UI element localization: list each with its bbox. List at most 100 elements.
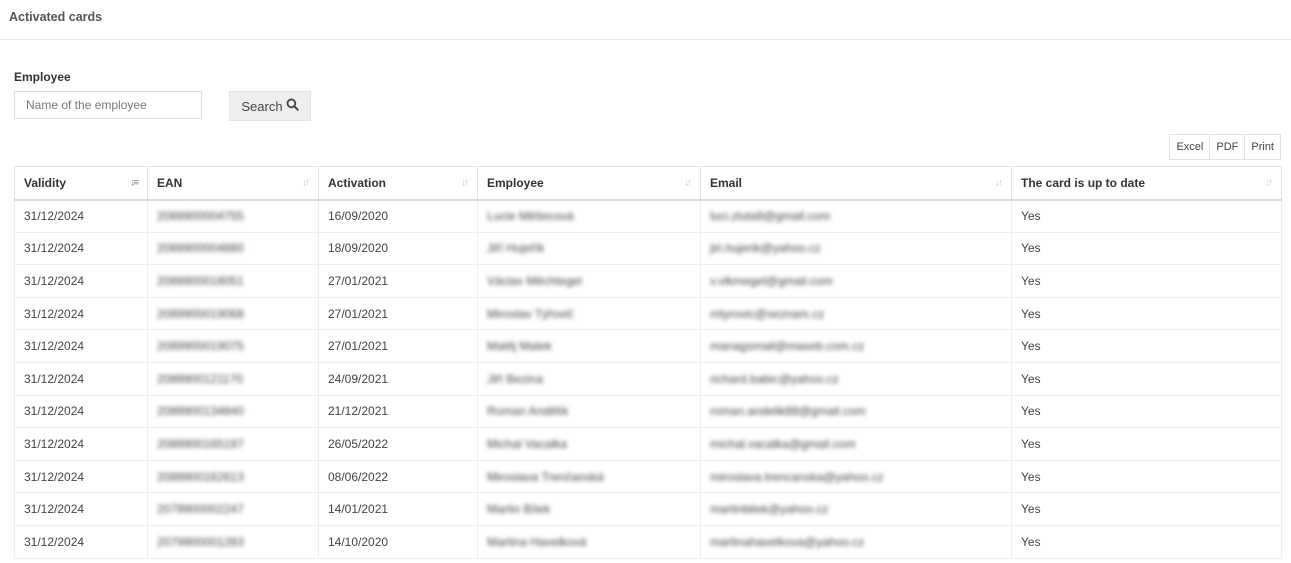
email-cell: managsmail@maxeb.com.cz (700, 329, 1012, 363)
employee-cell: Martin Bílek (477, 492, 701, 526)
ean-cell: 2089900004755 (147, 199, 319, 233)
column-header-label: Employee (487, 175, 544, 190)
employee-cell: Miroslava Trenčanská (477, 459, 701, 494)
column-header-employee[interactable]: Employee ↓↑ (477, 166, 701, 201)
table-row: 31/12/2024 2089900162613 08/06/2022 Mirosla… (14, 459, 1282, 494)
activation-cell: 08/06/2022 (318, 459, 478, 494)
activation-cell: 16/09/2020 (318, 199, 478, 233)
employee-cell: Miroslav Týřovič (477, 296, 701, 331)
export-button-group: Excel PDF Print (1169, 134, 1281, 160)
employee-cell: Jiří Bezina (477, 361, 701, 396)
sort-icon: ↓↑ (1265, 177, 1273, 189)
sort-icon: ↓↑ (995, 177, 1003, 189)
up-to-date-cell: Yes (1011, 361, 1282, 396)
table-row: 31/12/2024 2089900004880 18/09/2020 Jiří Hu… (14, 231, 1282, 266)
column-header-label: Validity (24, 175, 67, 190)
email-cell: luci.zluta8@gmail.com (700, 199, 1012, 233)
column-header-ean[interactable]: EAN ↓↑ (147, 166, 319, 201)
employee-cell: Lucie Měšecová (477, 199, 701, 233)
column-header-activation[interactable]: Activation ↓↑ (318, 166, 478, 201)
table-row: 31/12/2024 2089900165197 26/05/2022 Michal … (14, 427, 1282, 461)
validity-cell: 31/12/2024 (14, 361, 148, 396)
email-cell: roman.andelik88@gmail.com (700, 394, 1012, 429)
print-button[interactable]: Print (1244, 134, 1281, 160)
validity-cell: 31/12/2024 (14, 329, 148, 363)
up-to-date-cell: Yes (1011, 264, 1282, 298)
ean-cell: 2079900001283 (147, 524, 319, 559)
sort-icon: ↓↑ (461, 177, 469, 189)
table-row: 31/12/2024 2089900004755 16/09/2020 Lucie M… (14, 199, 1282, 233)
email-cell: miroslava.trencanska@yahoo.cz (700, 459, 1012, 494)
validity-cell: 31/12/2024 (14, 199, 148, 233)
ean-cell: 2089900004880 (147, 231, 319, 266)
table-row: 31/12/2024 2089900134840 21/12/2021 Roman A… (14, 394, 1282, 429)
ean-cell: 2079900002247 (147, 492, 319, 526)
employee-cell: Martina Havelková (477, 524, 701, 559)
up-to-date-cell: Yes (1011, 231, 1282, 266)
employee-cell: Matěj Malek (477, 329, 701, 363)
table-header-row: Validity ↓≡ EAN ↓↑ Activation ↓↑ Employee ↓↑… (14, 166, 1282, 201)
ean-cell: 2089900019068 (147, 296, 319, 331)
activation-cell: 21/12/2021 (318, 394, 478, 429)
validity-cell: 31/12/2024 (14, 492, 148, 526)
employee-filter: Employee (14, 70, 71, 91)
activation-cell: 24/09/2021 (318, 361, 478, 396)
table-row: 31/12/2024 2089900019068 27/01/2021 Mirosla… (14, 296, 1282, 331)
up-to-date-cell: Yes (1011, 296, 1282, 331)
activated-cards-table: Validity ↓≡ EAN ↓↑ Activation ↓↑ Employee ↓↑… (14, 166, 1282, 559)
table-row: 31/12/2024 2079900002247 14/01/2021 Martin … (14, 492, 1282, 526)
up-to-date-cell: Yes (1011, 199, 1282, 233)
sort-ascending-icon: ↓≡ (130, 177, 139, 189)
activation-cell: 14/10/2020 (318, 524, 478, 559)
email-cell: jiri.hujerik@yahoo.cz (700, 231, 1012, 266)
validity-cell: 31/12/2024 (14, 427, 148, 461)
up-to-date-cell: Yes (1011, 427, 1282, 461)
employee-cell: Jiří Hujeřík (477, 231, 701, 266)
email-cell: martinahavelkova@yahoo.cz (700, 524, 1012, 559)
table-row: 31/12/2024 2089900019075 27/01/2021 Matěj M… (14, 329, 1282, 363)
ean-cell: 2089900121170 (147, 361, 319, 396)
column-header-label: Email (710, 175, 743, 190)
activation-cell: 18/09/2020 (318, 231, 478, 266)
ean-cell: 2089900019075 (147, 329, 319, 363)
email-cell: michal.vacalka@gmail.com (700, 427, 1012, 461)
employee-cell: Roman Andělík (477, 394, 701, 429)
validity-cell: 31/12/2024 (14, 524, 148, 559)
excel-export-button[interactable]: Excel (1169, 134, 1211, 160)
ean-cell: 2089900165197 (147, 427, 319, 461)
employee-search-input[interactable] (14, 91, 202, 119)
activation-cell: 14/01/2021 (318, 492, 478, 526)
up-to-date-cell: Yes (1011, 459, 1282, 494)
column-header-label: The card is up to date (1021, 175, 1146, 190)
search-icon (286, 98, 299, 114)
activation-cell: 27/01/2021 (318, 264, 478, 298)
column-header-email[interactable]: Email ↓↑ (700, 166, 1012, 201)
sort-icon: ↓↑ (302, 177, 310, 189)
page-header: Activated cards (0, 0, 1291, 40)
table-row: 31/12/2024 2079900001283 14/10/2020 Martina… (14, 524, 1282, 559)
column-header-card-up-to-date[interactable]: The card is up to date ↓↑ (1011, 166, 1282, 201)
search-button[interactable]: Search (229, 91, 311, 121)
ean-cell: 2089900162613 (147, 459, 319, 494)
validity-cell: 31/12/2024 (14, 296, 148, 331)
up-to-date-cell: Yes (1011, 394, 1282, 429)
activation-cell: 26/05/2022 (318, 427, 478, 461)
email-cell: richard.babic@yahoo.cz (700, 361, 1012, 396)
column-header-label: EAN (157, 175, 183, 190)
page-title: Activated cards (9, 10, 103, 24)
search-button-label: Search (241, 98, 283, 114)
table-row: 31/12/2024 2089900121170 24/09/2021 Jiří Be… (14, 361, 1282, 396)
employee-cell: Václav Měchtegel (477, 264, 701, 298)
email-cell: martinbilek@yahoo.cz (700, 492, 1012, 526)
validity-cell: 31/12/2024 (14, 264, 148, 298)
employee-filter-label: Employee (14, 70, 71, 84)
ean-cell: 2089900018051 (147, 264, 319, 298)
email-cell: mtyrovic@seznam.cz (700, 296, 1012, 331)
up-to-date-cell: Yes (1011, 329, 1282, 363)
table-row: 31/12/2024 2089900018051 27/01/2021 Václav … (14, 264, 1282, 298)
validity-cell: 31/12/2024 (14, 459, 148, 494)
pdf-export-button[interactable]: PDF (1209, 134, 1246, 160)
column-header-validity[interactable]: Validity ↓≡ (14, 166, 148, 201)
up-to-date-cell: Yes (1011, 492, 1282, 526)
sort-icon: ↓↑ (684, 177, 692, 189)
